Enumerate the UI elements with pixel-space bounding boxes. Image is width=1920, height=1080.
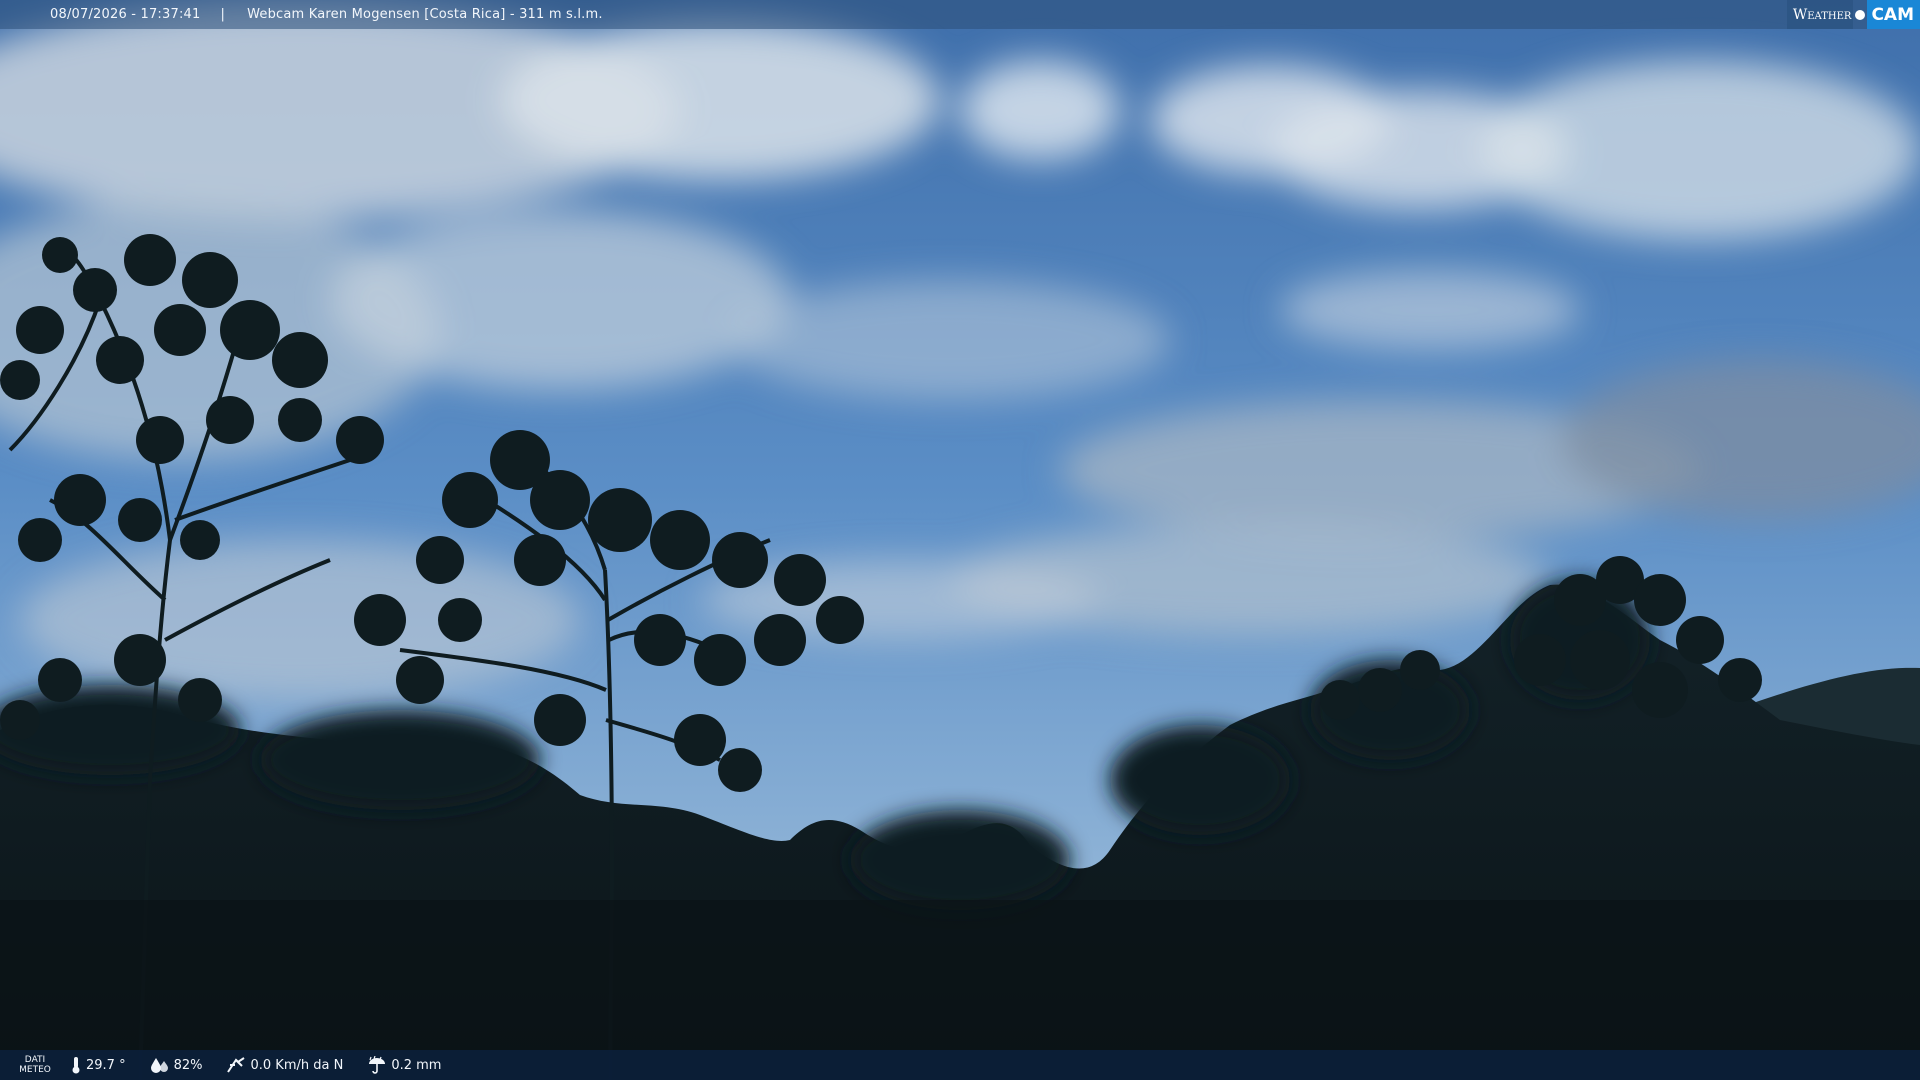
- location-text: Webcam Karen Mogensen [Costa Rica] - 311…: [247, 7, 603, 22]
- meteo-label: DATI METEO: [0, 1055, 70, 1075]
- top-info-bar: 08/07/2026 - 17:37:41 | Webcam Karen Mog…: [0, 0, 1920, 29]
- separator: |: [220, 7, 226, 22]
- wind-icon: [227, 1057, 246, 1073]
- webcam-image: [0, 0, 1920, 1080]
- humidity-drops-icon: [150, 1058, 168, 1073]
- logo-weather-text: Weather: [1786, 0, 1854, 29]
- meteo-data-bar: DATI METEO 29.7 ° 82% 0.0 Km/h da N 0.2 …: [0, 1050, 1920, 1080]
- logo-dot-icon: [1855, 9, 1866, 20]
- humidity-reading: 82%: [150, 1056, 203, 1074]
- meteo-label-line1: DATI: [24, 1055, 46, 1065]
- meteo-label-line2: METEO: [19, 1065, 51, 1075]
- humidity-value: 82%: [173, 1057, 203, 1073]
- wind-value: 0.0 Km/h da N: [250, 1057, 344, 1073]
- rain-reading: 0.2 mm: [367, 1056, 441, 1074]
- weathercam-logo: Weather CAM: [1786, 0, 1920, 29]
- wind-reading: 0.0 Km/h da N: [226, 1056, 343, 1074]
- rain-umbrella-icon: [369, 1056, 386, 1074]
- logo-cam-text: CAM: [1867, 0, 1920, 29]
- temperature-value: 29.7 °: [86, 1057, 126, 1073]
- webcam-frame: 08/07/2026 - 17:37:41 | Webcam Karen Mog…: [0, 0, 1920, 1080]
- datetime-text: 08/07/2026 - 17:37:41: [50, 7, 201, 22]
- thermometer-icon: [72, 1057, 80, 1074]
- rain-value: 0.2 mm: [391, 1057, 442, 1073]
- temperature-reading: 29.7 °: [70, 1056, 126, 1074]
